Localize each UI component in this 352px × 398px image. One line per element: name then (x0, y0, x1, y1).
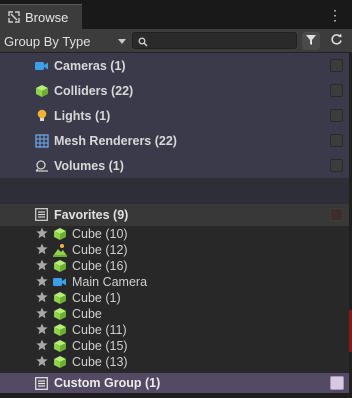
favorite-item-label: Cube (16) (72, 259, 128, 273)
favorites-header[interactable]: Favorites (9) (0, 204, 352, 226)
search-icon (138, 36, 148, 47)
star-icon[interactable] (36, 339, 48, 351)
favorite-item[interactable]: Cube (10) (0, 226, 352, 242)
star-icon[interactable] (36, 259, 48, 271)
favorite-item[interactable]: Cube (15) (0, 338, 352, 354)
favorite-item-label: Cube (12) (72, 243, 128, 257)
group-checkbox[interactable] (330, 159, 343, 172)
custom-group-row[interactable]: Custom Group (1) (0, 373, 352, 393)
star-icon[interactable] (36, 227, 48, 239)
custom-group-checkbox[interactable] (330, 376, 344, 390)
star-icon[interactable] (36, 355, 48, 367)
cube-icon (52, 290, 67, 305)
list-icon (35, 208, 48, 221)
cube-icon (52, 354, 67, 369)
favorite-item-label: Main Camera (72, 275, 148, 289)
light-bulb-icon (34, 108, 49, 123)
favorite-item-label: Cube (72, 307, 102, 321)
group-row-mesh-renderers[interactable]: Mesh Renderers (22) (0, 128, 352, 153)
spacer (0, 178, 352, 204)
kebab-menu-icon[interactable]: ⋮ (328, 8, 342, 22)
camera-icon (34, 58, 49, 73)
favorite-item-label: Cube (11) (72, 323, 127, 337)
group-row-cameras[interactable]: Cameras (1) (0, 53, 352, 78)
cube-icon (52, 322, 67, 337)
group-row-lights[interactable]: Lights (1) (0, 103, 352, 128)
tab-browse[interactable]: Browse (0, 4, 82, 29)
favorite-item-label: Cube (15) (72, 339, 128, 353)
search-input[interactable] (132, 32, 297, 49)
favorite-item[interactable]: Cube (1) (0, 290, 352, 306)
cube-icon (34, 83, 49, 98)
favorite-item[interactable]: Cube (12) (0, 242, 352, 258)
group-label: Mesh Renderers (22) (54, 133, 177, 148)
group-label: Volumes (1) (54, 158, 124, 173)
camera-icon (52, 274, 67, 289)
group-row-colliders[interactable]: Colliders (22) (0, 78, 352, 103)
favorite-item-label: Cube (10) (72, 227, 128, 241)
favorite-item[interactable]: Cube (11) (0, 322, 352, 338)
cube-icon (52, 306, 67, 321)
group-row-volumes[interactable]: Volumes (1) (0, 153, 352, 178)
star-icon[interactable] (36, 275, 48, 287)
favorites-label: Favorites (9) (54, 208, 129, 222)
favorite-item[interactable]: Cube (0, 306, 352, 322)
filter-icon (305, 34, 317, 49)
group-by-dropdown[interactable]: Group By Type (4, 32, 128, 50)
favorite-item[interactable]: Cube (13) (0, 354, 352, 370)
cube-icon (52, 338, 67, 353)
favorites-checkbox[interactable] (330, 208, 343, 221)
cube-icon (52, 258, 67, 273)
group-checkbox[interactable] (330, 134, 343, 147)
cube-icon (52, 226, 67, 241)
refresh-button[interactable] (327, 32, 345, 50)
favorite-item[interactable]: Main Camera (0, 274, 352, 290)
group-checkbox[interactable] (330, 59, 343, 72)
grid-icon (34, 133, 49, 148)
group-checkbox[interactable] (330, 109, 343, 122)
tab-bar: Browse ⋮ (0, 0, 352, 29)
custom-group-label: Custom Group (1) (54, 376, 161, 390)
filter-button[interactable] (302, 32, 320, 50)
group-checkbox[interactable] (330, 84, 343, 97)
group-by-value: Group By Type (4, 33, 91, 49)
volume-icon (34, 158, 49, 173)
group-label: Cameras (1) (54, 58, 126, 73)
group-label: Colliders (22) (54, 83, 134, 98)
tab-label: Browse (25, 9, 69, 25)
browse-icon (8, 11, 20, 23)
refresh-icon (330, 33, 343, 49)
favorite-item-label: Cube (1) (72, 291, 121, 305)
toolbar: Group By Type (0, 29, 352, 53)
star-icon[interactable] (36, 243, 48, 255)
favorite-item-label: Cube (13) (72, 355, 128, 369)
star-icon[interactable] (36, 307, 48, 319)
chevron-down-icon (118, 39, 126, 44)
star-icon[interactable] (36, 291, 48, 303)
star-icon[interactable] (36, 323, 48, 335)
favorite-item[interactable]: Cube (16) (0, 258, 352, 274)
group-label: Lights (1) (54, 108, 111, 123)
terrain-icon (52, 242, 67, 257)
bottom-border (0, 393, 352, 398)
list-icon (35, 377, 48, 390)
